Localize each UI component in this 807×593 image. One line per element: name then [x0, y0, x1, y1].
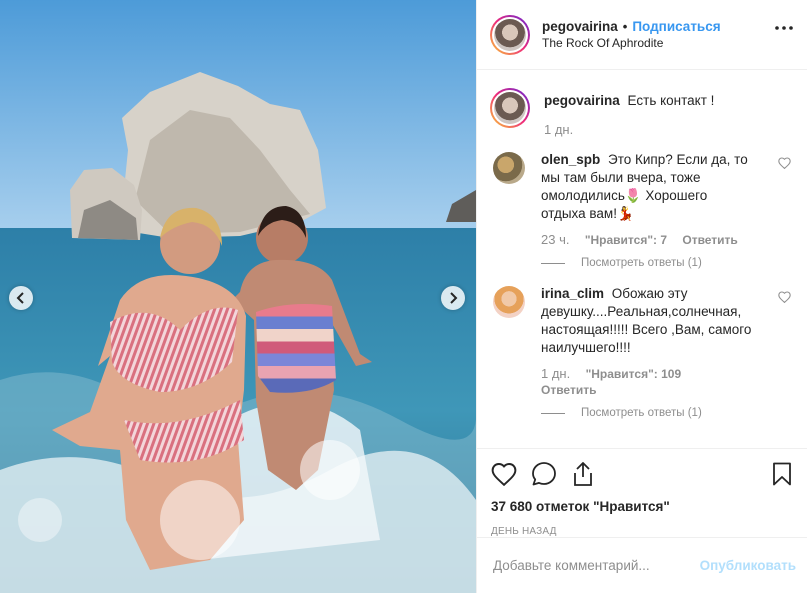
- post-date[interactable]: ДЕНЬ НАЗАД: [491, 526, 792, 537]
- add-comment-bar: Опубликовать: [477, 537, 807, 593]
- author-username[interactable]: pegovairina: [542, 18, 618, 35]
- next-photo-button[interactable]: [441, 286, 465, 310]
- reply-button[interactable]: Ответить: [541, 383, 596, 397]
- chevron-left-icon: [16, 292, 24, 304]
- caption-username[interactable]: pegovairina: [544, 93, 620, 108]
- post-caption: pegovairina Есть контакт ! 1 дн.: [490, 70, 791, 137]
- comment-username[interactable]: irina_clim: [541, 286, 604, 301]
- publish-button[interactable]: Опубликовать: [700, 558, 796, 573]
- post-header: pegovairina • Подписаться The Rock Of Ap…: [477, 0, 807, 70]
- likes-count[interactable]: 37 680 отметок "Нравится": [491, 499, 792, 514]
- author-avatar[interactable]: [490, 14, 530, 55]
- comment-like-icon[interactable]: [778, 157, 791, 169]
- caption-avatar[interactable]: [490, 88, 530, 128]
- comment-item: irina_clim Обожаю эту девушку....Реальна…: [490, 285, 791, 419]
- previous-photo-button[interactable]: [9, 286, 33, 310]
- comment-icon[interactable]: [531, 461, 557, 487]
- more-icon[interactable]: [775, 26, 793, 30]
- bookmark-icon[interactable]: [772, 462, 792, 486]
- comment-likes[interactable]: "Нравится": 7: [585, 233, 667, 247]
- comment-username[interactable]: olen_spb: [541, 152, 600, 167]
- caption-time[interactable]: 1 дн.: [544, 122, 714, 137]
- post-side-panel: pegovairina • Подписаться The Rock Of Ap…: [476, 0, 807, 593]
- comment-time[interactable]: 23 ч.: [541, 232, 569, 247]
- heart-icon[interactable]: [491, 462, 517, 486]
- separator-dot: •: [622, 18, 628, 34]
- comments-list[interactable]: pegovairina Есть контакт ! 1 дн. olen_sp…: [477, 70, 807, 448]
- share-icon[interactable]: [571, 461, 595, 487]
- comment-avatar[interactable]: [493, 286, 525, 318]
- comment-time[interactable]: 1 дн.: [541, 366, 570, 381]
- comment-input[interactable]: [493, 558, 700, 573]
- chevron-right-icon: [450, 292, 458, 304]
- post-location[interactable]: The Rock Of Aphrodite: [542, 35, 721, 52]
- view-replies-button[interactable]: Посмотреть ответы (1): [581, 407, 702, 419]
- follow-button[interactable]: Подписаться: [632, 18, 720, 35]
- beach-photo-illustration: [0, 0, 476, 593]
- reply-button[interactable]: Ответить: [682, 233, 737, 247]
- replies-divider: [541, 262, 565, 264]
- post-actions: 37 680 отметок "Нравится" ДЕНЬ НАЗАД: [477, 448, 807, 537]
- comment-item: olen_spb Это Кипр? Если да, то мы там бы…: [490, 151, 791, 269]
- replies-divider: [541, 412, 565, 414]
- comment-like-icon[interactable]: [778, 291, 791, 303]
- caption-text: Есть контакт !: [627, 93, 715, 108]
- comment-avatar[interactable]: [493, 152, 525, 184]
- comment-likes[interactable]: "Нравится": 109: [586, 367, 682, 381]
- view-replies-button[interactable]: Посмотреть ответы (1): [581, 257, 702, 269]
- post-photo[interactable]: [0, 0, 476, 593]
